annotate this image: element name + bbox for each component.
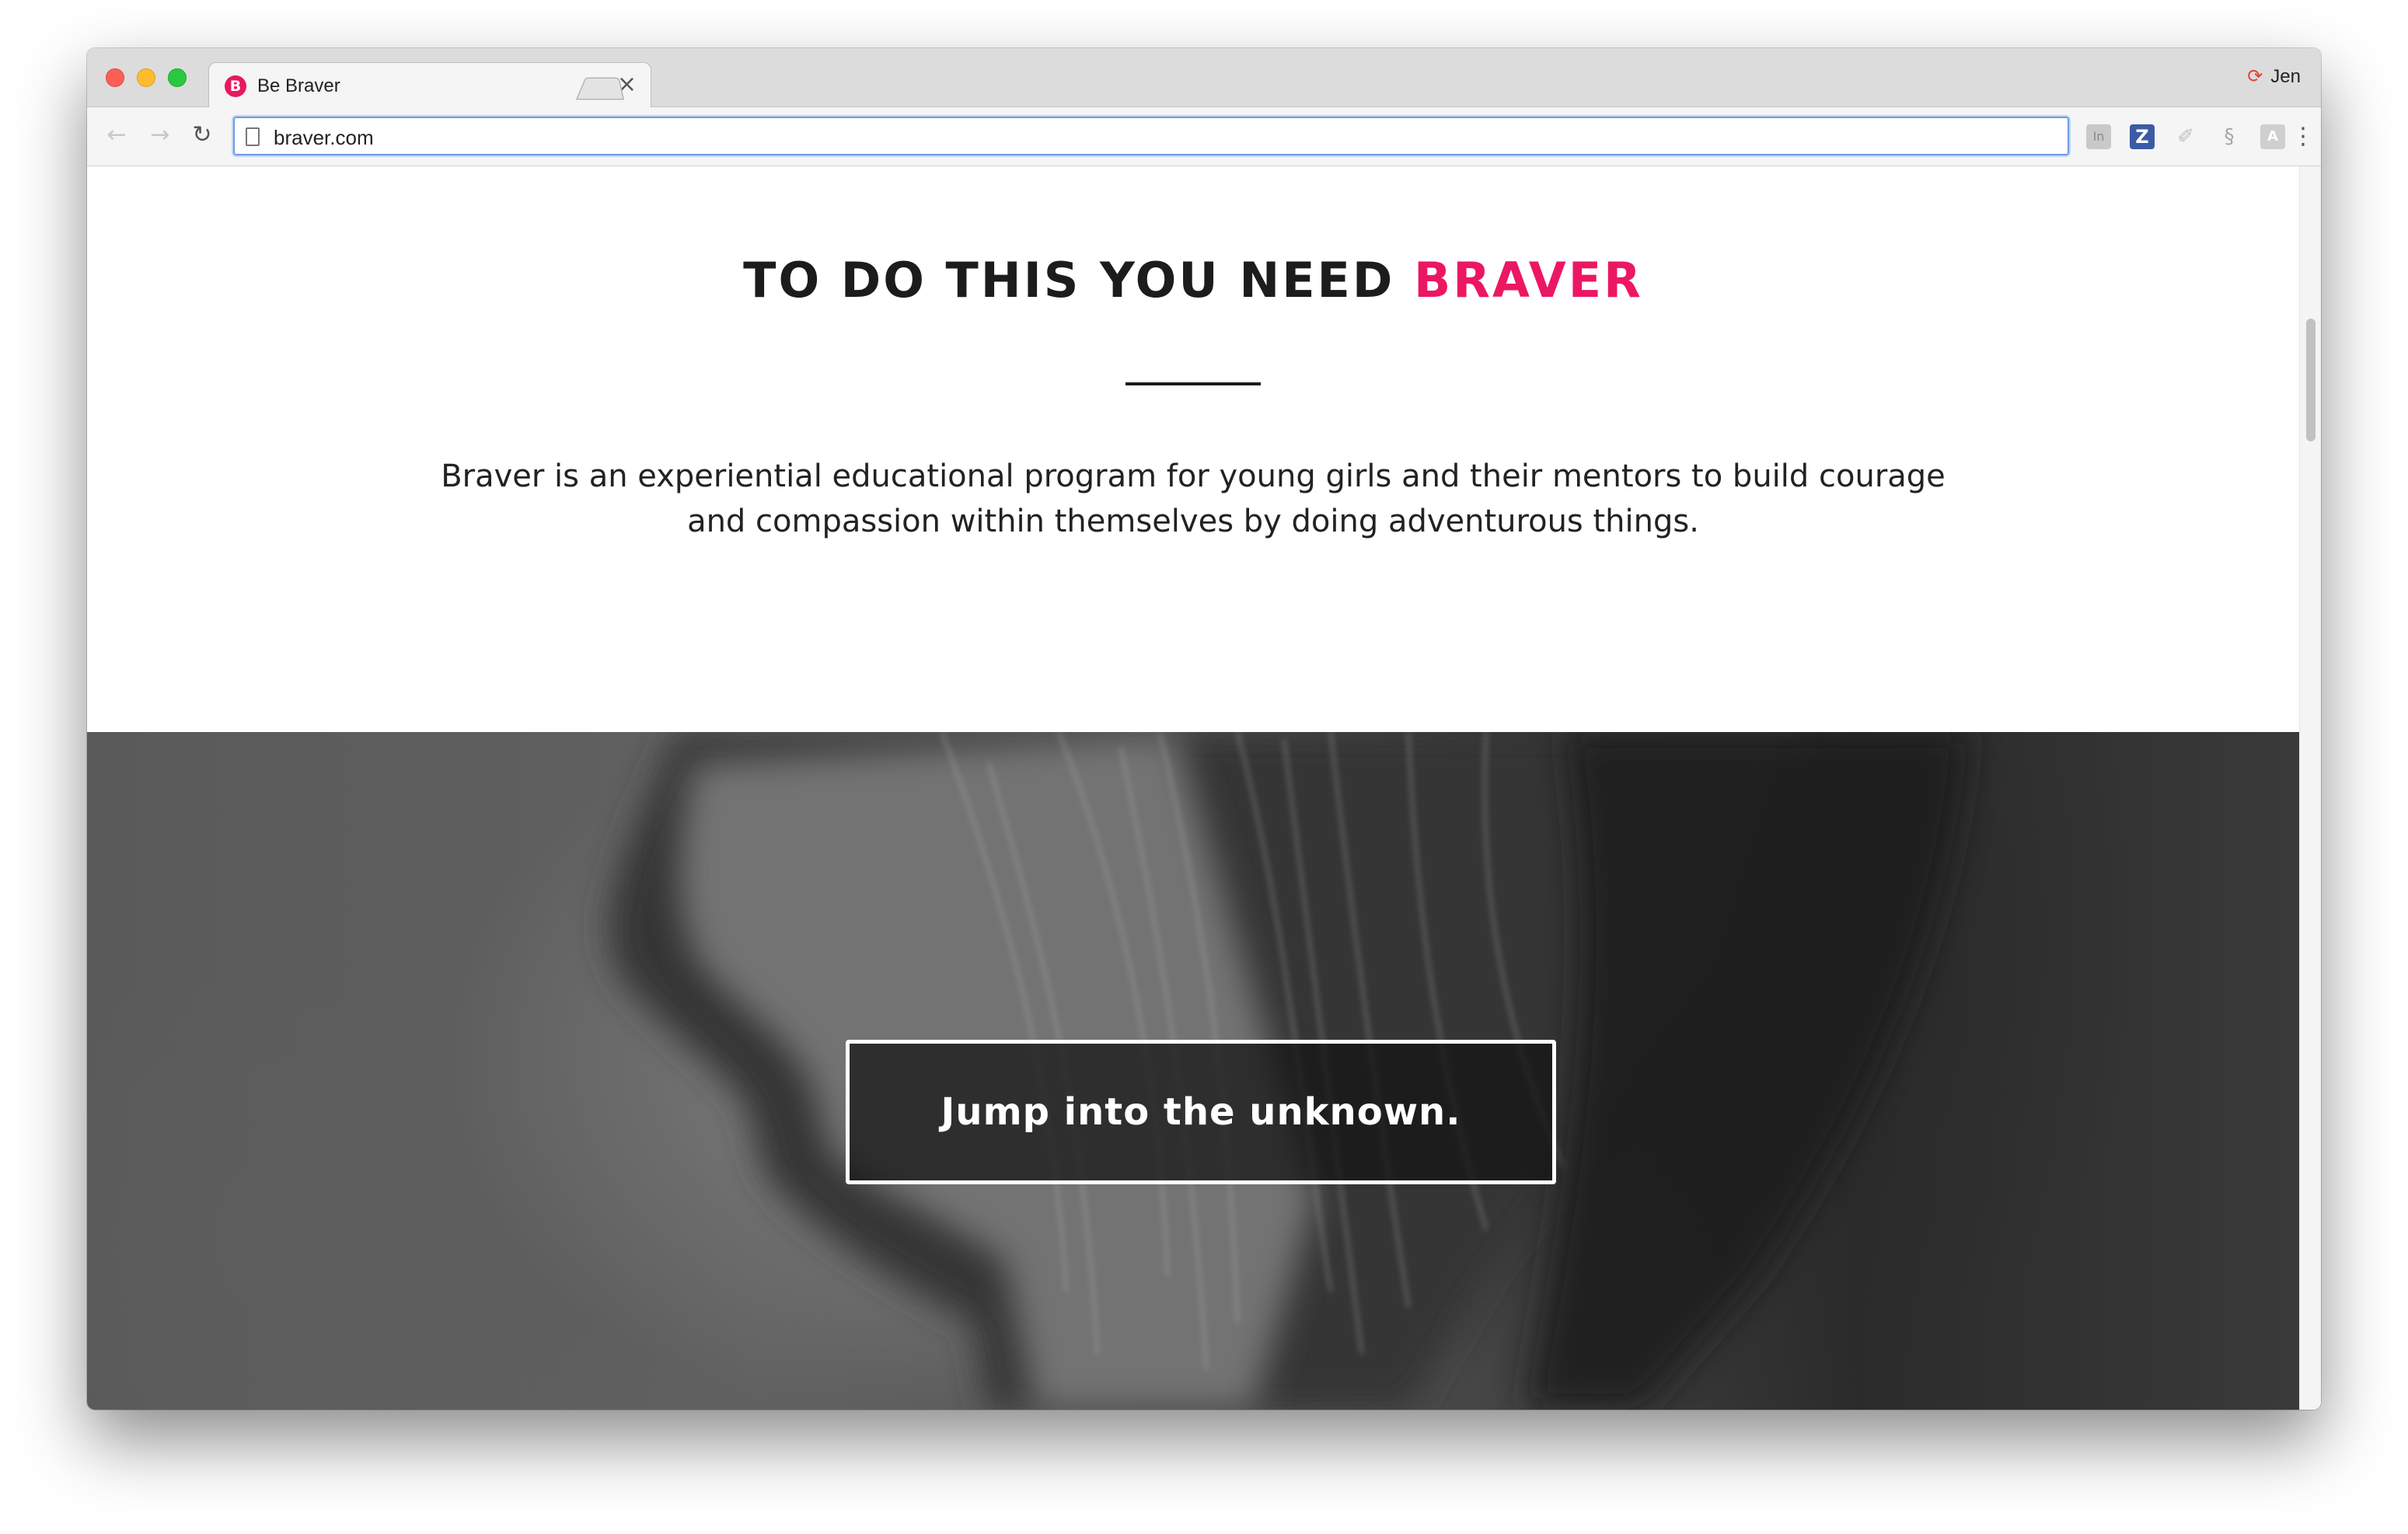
braver-favicon-icon: B — [225, 75, 246, 97]
browser-menu-icon[interactable]: ⋮ — [2291, 123, 2315, 151]
address-bar-url[interactable]: braver.com — [274, 126, 374, 150]
intro-paragraph: Braver is an experiential educational pr… — [441, 458, 1946, 539]
s-extension-icon[interactable]: § — [2217, 124, 2242, 149]
z-extension-icon[interactable]: Z — [2130, 124, 2155, 149]
address-bar[interactable]: braver.com — [233, 117, 2069, 155]
screen: B Be Braver × ⟳ Jen ← → ↻ braver.com In Z… — [0, 0, 2408, 1534]
fullscreen-window-button[interactable] — [168, 68, 187, 87]
tab-strip: B Be Braver × ⟳ Jen — [87, 48, 2321, 107]
headline-text: TO DO THIS YOU NEED — [743, 252, 1414, 309]
profile-name: Jen — [2270, 66, 2301, 87]
in-extension-icon[interactable]: In — [2086, 124, 2111, 149]
vertical-scrollbar[interactable] — [2299, 166, 2321, 1410]
reload-icon[interactable]: ↻ — [187, 120, 218, 151]
section-divider — [1125, 382, 1261, 385]
tile-extension-icon[interactable]: A — [2260, 124, 2285, 149]
tab-title: Be Braver — [257, 75, 340, 96]
browser-window: B Be Braver × ⟳ Jen ← → ↻ braver.com In Z… — [87, 48, 2321, 1410]
page-viewport: TO DO THIS YOU NEED BRAVER Braver is an … — [87, 166, 2321, 1410]
profile-button[interactable]: ⟳ Jen — [2247, 65, 2301, 88]
page-icon — [246, 127, 260, 146]
jump-into-unknown-button[interactable]: Jump into the unknown. — [846, 1040, 1556, 1184]
browser-toolbar: ← → ↻ braver.com In Z ✐ § A ⋮ — [87, 107, 2321, 166]
minimize-window-button[interactable] — [137, 68, 155, 87]
scrollbar-thumb[interactable] — [2306, 319, 2316, 441]
back-arrow-icon[interactable]: ← — [101, 120, 132, 151]
profile-sync-icon: ⟳ — [2247, 65, 2263, 87]
new-tab-button[interactable] — [575, 76, 625, 101]
headline-accent: BRAVER — [1413, 252, 1643, 309]
pen-extension-icon[interactable]: ✐ — [2173, 124, 2198, 149]
forward-arrow-icon[interactable]: → — [145, 120, 176, 151]
page-headline: TO DO THIS YOU NEED BRAVER — [87, 252, 2299, 309]
close-window-button[interactable] — [106, 68, 124, 87]
page-content: TO DO THIS YOU NEED BRAVER Braver is an … — [87, 166, 2299, 1410]
